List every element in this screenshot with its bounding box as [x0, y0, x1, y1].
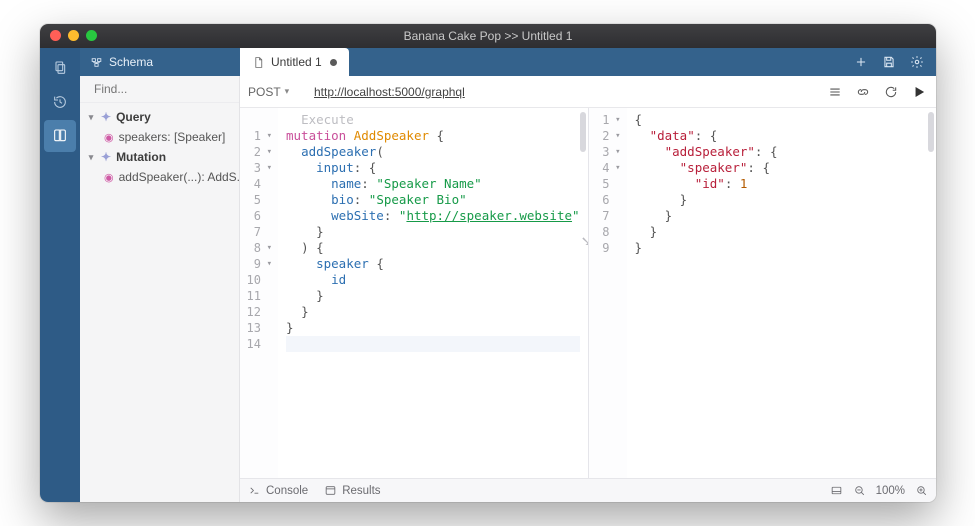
- new-document-button[interactable]: [850, 51, 872, 73]
- zoom-out-button[interactable]: [853, 484, 866, 497]
- response-code: { "data": { "addSpeaker": { "speaker": {…: [627, 108, 937, 478]
- schema-tree: ▾ ✦ Query ◉ speakers: [Speaker] ▾ ✦: [80, 103, 239, 502]
- console-tab[interactable]: Console: [248, 484, 308, 497]
- tree-item-speakers[interactable]: ◉ speakers: [Speaker]: [80, 127, 239, 147]
- activity-documents[interactable]: [44, 52, 76, 84]
- save-button[interactable]: [878, 51, 900, 73]
- refresh-schema-button[interactable]: [882, 83, 900, 101]
- schema-side-panel: ▾ ✦ Query ◉ speakers: [Speaker] ▾ ✦: [80, 76, 240, 502]
- document-tab[interactable]: Untitled 1: [240, 48, 349, 76]
- response-viewer[interactable]: 1▾ 2▾ 3▾ 4▾ 5 6 7 8 9 {: [588, 108, 937, 478]
- field-icon: ◉: [104, 171, 114, 184]
- type-icon: ✦: [101, 150, 111, 164]
- tree-item-addspeaker[interactable]: ◉ addSpeaker(...): AddS...: [80, 167, 239, 187]
- type-icon: ✦: [101, 110, 111, 124]
- response-gutter: 1▾ 2▾ 3▾ 4▾ 5 6 7 8 9: [589, 108, 627, 478]
- zoom-level: 100%: [876, 485, 905, 497]
- tab-actions: [850, 48, 936, 76]
- panel-icon: [830, 484, 843, 497]
- activity-schema[interactable]: [44, 120, 76, 152]
- plus-icon: [854, 55, 868, 69]
- toggle-panel-button[interactable]: [830, 484, 843, 497]
- schema-icon: [90, 56, 103, 69]
- tree-item-label: addSpeaker(...): AddS...: [119, 170, 239, 184]
- endpoint-url-input[interactable]: [314, 85, 816, 99]
- chevron-down-icon: ▾: [86, 112, 96, 123]
- tab-strip: Schema Untitled 1: [80, 48, 936, 76]
- scrollbar[interactable]: [580, 112, 586, 152]
- tree-group-label: Query: [116, 110, 151, 124]
- play-icon: [912, 85, 926, 99]
- tree-group-label: Mutation: [116, 150, 166, 164]
- book-icon: [52, 128, 68, 144]
- minimize-window-button[interactable]: [68, 30, 79, 41]
- window-controls: [50, 30, 97, 41]
- request-bar: POST ▾: [240, 76, 936, 108]
- file-icon: [252, 56, 265, 69]
- tree-item-label: speakers: [Speaker]: [119, 130, 226, 144]
- chevron-down-icon: ▾: [86, 152, 96, 163]
- sliders-icon: [828, 85, 842, 99]
- titlebar: Banana Cake Pop >> Untitled 1: [40, 24, 936, 48]
- scrollbar[interactable]: [928, 112, 934, 152]
- chevron-down-icon: ▾: [285, 86, 290, 97]
- zoom-in-button[interactable]: [915, 484, 928, 497]
- refresh-icon: [884, 85, 898, 99]
- app-window: Banana Cake Pop >> Untitled 1: [40, 24, 936, 502]
- execute-button[interactable]: [910, 83, 928, 101]
- settings-button[interactable]: [906, 51, 928, 73]
- field-icon: ◉: [104, 131, 114, 144]
- document-tab-label: Untitled 1: [271, 55, 322, 69]
- schema-link-button[interactable]: [854, 83, 872, 101]
- save-icon: [882, 55, 896, 69]
- query-gutter: 1▾ 2▾ 3▾ 4 5 6 7 8▾ 9▾ 10: [240, 108, 278, 478]
- maximize-window-button[interactable]: [86, 30, 97, 41]
- query-code[interactable]: Execute mutation AddSpeaker { addSpeaker…: [278, 108, 588, 478]
- history-icon: [52, 94, 68, 110]
- schema-search: [80, 76, 239, 103]
- query-editor[interactable]: 1▾ 2▾ 3▾ 4 5 6 7 8▾ 9▾ 10: [240, 108, 588, 478]
- gear-icon: [910, 55, 924, 69]
- link-icon: [856, 85, 870, 99]
- documents-icon: [52, 60, 68, 76]
- tree-group-query[interactable]: ▾ ✦ Query: [80, 107, 239, 127]
- console-icon: [248, 484, 261, 497]
- editor-area: POST ▾: [240, 76, 936, 502]
- http-method-select[interactable]: POST ▾: [248, 85, 304, 99]
- results-icon: [324, 484, 337, 497]
- results-label: Results: [342, 485, 380, 497]
- dirty-indicator-icon: [330, 59, 337, 66]
- activity-history[interactable]: [44, 86, 76, 118]
- close-window-button[interactable]: [50, 30, 61, 41]
- http-method-label: POST: [248, 85, 281, 99]
- request-settings-button[interactable]: [826, 83, 844, 101]
- results-tab[interactable]: Results: [324, 484, 380, 497]
- schema-search-input[interactable]: [94, 82, 249, 96]
- zoom-out-icon: [853, 484, 866, 497]
- zoom-in-icon: [915, 484, 928, 497]
- status-bar: Console Results: [240, 478, 936, 502]
- schema-panel-header: Schema: [80, 48, 240, 76]
- activity-bar: [40, 48, 80, 502]
- schema-panel-title: Schema: [109, 55, 153, 69]
- window-title: Banana Cake Pop >> Untitled 1: [404, 29, 573, 43]
- console-label: Console: [266, 485, 308, 497]
- tree-group-mutation[interactable]: ▾ ✦ Mutation: [80, 147, 239, 167]
